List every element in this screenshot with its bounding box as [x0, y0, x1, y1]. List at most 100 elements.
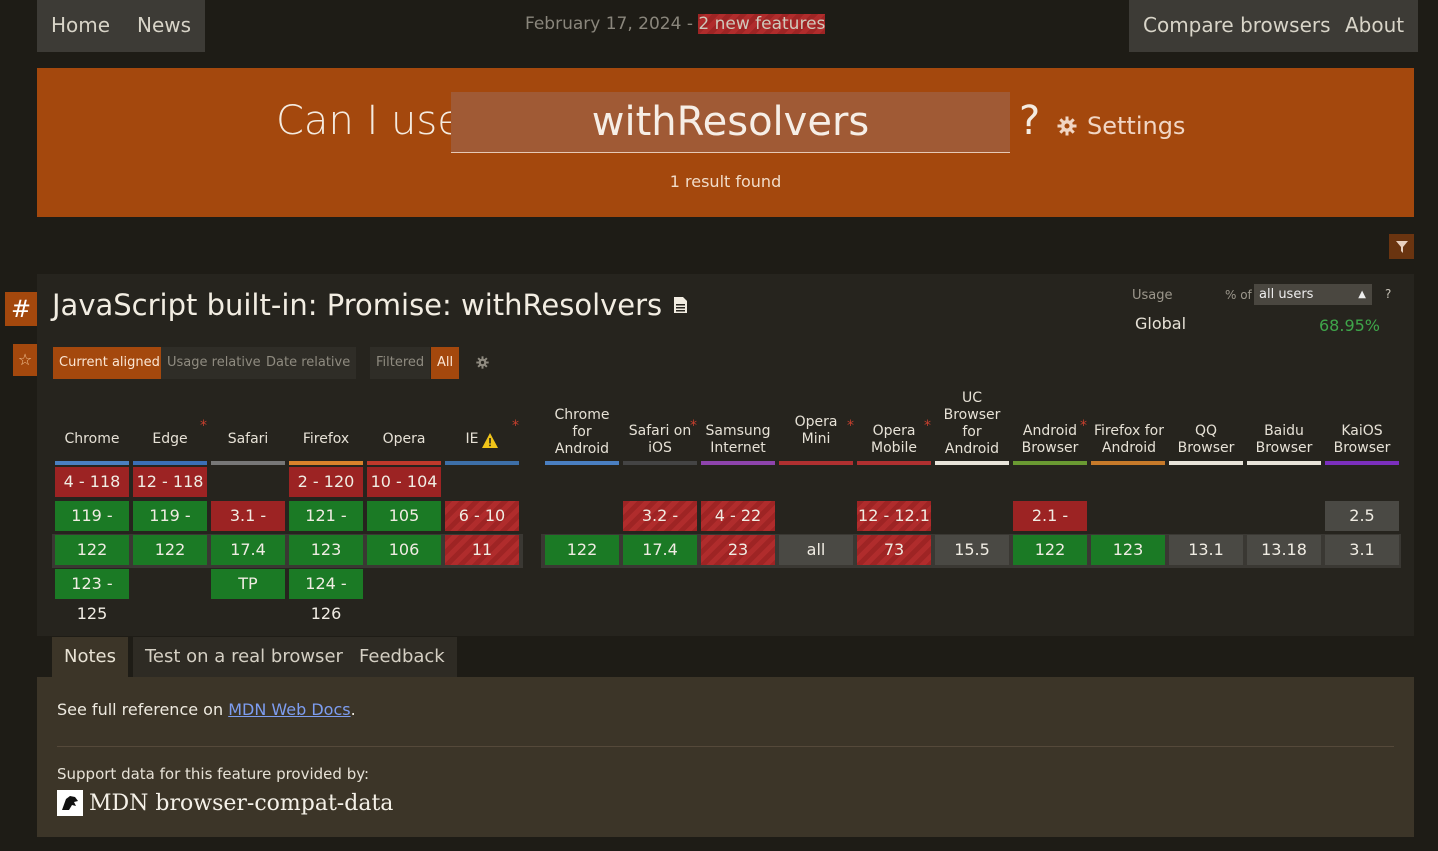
warning-icon — [482, 433, 499, 448]
support-cell[interactable]: 3.1 - 17.3 — [211, 501, 285, 555]
search-input[interactable]: withResolvers — [451, 92, 1010, 153]
browser-header-opera[interactable]: Opera — [367, 420, 441, 448]
browser-color-bar — [367, 461, 441, 465]
browser-name: Opera Mobile — [871, 423, 917, 456]
browser-color-bar — [779, 461, 853, 465]
news-new-features[interactable]: 2 new features — [698, 14, 826, 34]
nav-compare-browsers[interactable]: Compare browsers — [1129, 0, 1345, 52]
users-select[interactable]: all users ▲ — [1254, 284, 1372, 305]
view-current-aligned[interactable]: Current aligned — [53, 347, 166, 379]
view-all[interactable]: All — [431, 347, 460, 379]
browser-header-uc[interactable]: UC Browser for Android — [935, 390, 1009, 458]
support-cell[interactable]: 2.1 - 4.4.4 — [1013, 501, 1087, 555]
support-cell[interactable]: 105 — [367, 501, 441, 531]
nav-home[interactable]: Home — [37, 0, 125, 52]
support-cell[interactable]: 3.2 - 17.3 — [623, 501, 697, 555]
browser-name: Safari on iOS — [628, 423, 692, 456]
settings-button[interactable]: Settings — [1057, 112, 1185, 140]
browser-color-bar — [623, 461, 697, 465]
browser-header-safari[interactable]: Safari — [211, 420, 285, 448]
browser-header-firefox[interactable]: Firefox — [289, 420, 363, 448]
support-cell[interactable]: 121 - 122 — [289, 501, 363, 555]
gear-icon[interactable] — [476, 356, 489, 369]
support-cell[interactable]: 2.5 — [1325, 501, 1399, 531]
support-cell[interactable]: TP — [211, 569, 285, 599]
browser-header-opera-mini[interactable]: Opera Mini * — [778, 414, 854, 448]
support-cell[interactable]: 2 - 120 — [289, 467, 363, 497]
support-cell[interactable]: 13.1 — [1169, 535, 1243, 565]
browser-header-chrome-android[interactable]: Chrome for Android — [545, 405, 619, 458]
support-cell[interactable]: 12 - 12.1 — [857, 501, 931, 531]
support-cell[interactable]: 122 — [1013, 535, 1087, 565]
support-cell[interactable]: 122 — [545, 535, 619, 565]
browser-header-ie[interactable]: IE * — [445, 418, 519, 448]
browser-header-android[interactable]: Android Browser * — [1013, 418, 1087, 457]
tab-feedback[interactable]: Feedback — [347, 637, 457, 677]
tab-notes[interactable]: Notes — [52, 637, 128, 677]
browser-name: Firefox for Android — [1093, 423, 1165, 456]
browser-header-chrome[interactable]: Chrome — [55, 420, 129, 448]
nav-news[interactable]: News — [123, 0, 206, 52]
support-cell[interactable]: 23 — [701, 535, 775, 565]
support-cell[interactable]: 122 — [55, 535, 129, 565]
mdn-logo-icon — [57, 790, 83, 816]
support-cell[interactable]: 73 — [857, 535, 931, 565]
mdn-bcd-link[interactable]: MDN browser-compat-data — [57, 790, 393, 816]
view-date-relative[interactable]: Date relative — [260, 347, 357, 379]
feature-anchor-link[interactable]: # — [5, 292, 37, 326]
support-cell[interactable]: 119 - 121 — [55, 501, 129, 555]
support-cell[interactable]: 12 - 118 — [133, 467, 207, 497]
nav-about[interactable]: About — [1331, 0, 1419, 52]
support-cell[interactable]: 3.1 — [1325, 535, 1399, 565]
feature-title-text[interactable]: JavaScript built-in: Promise: withResolv… — [52, 288, 662, 322]
browser-name: Samsung Internet — [705, 423, 771, 456]
filter-button[interactable] — [1389, 234, 1414, 259]
browser-header-safari-ios[interactable]: Safari on iOS * — [623, 418, 697, 457]
view-usage-relative[interactable]: Usage relative — [161, 347, 267, 379]
browser-name: Opera — [382, 431, 426, 447]
support-cell[interactable]: 15.5 — [935, 535, 1009, 565]
support-cell[interactable]: 17.4 — [623, 535, 697, 565]
browser-header-firefox-android[interactable]: Firefox for Android — [1091, 420, 1167, 457]
browser-header-opera-mobile[interactable]: Opera Mobile * — [857, 418, 931, 457]
tab-test-real-browser[interactable]: Test on a real browser — [133, 637, 355, 677]
feature-title: JavaScript built-in: Promise: withResolv… — [52, 288, 688, 322]
support-cell[interactable]: 4 - 22 — [701, 501, 775, 531]
support-cell[interactable]: 123 — [289, 535, 363, 565]
note-asterisk: * — [690, 418, 697, 434]
support-cell[interactable]: 119 - 121 — [133, 501, 207, 555]
support-cell[interactable]: 11 — [445, 535, 519, 565]
search-help[interactable]: ? — [1019, 98, 1040, 144]
note-asterisk: * — [200, 418, 207, 434]
browser-name: Baidu Browser — [1255, 423, 1313, 456]
support-cell[interactable]: 4 - 118 — [55, 467, 129, 497]
mdn-web-docs-link[interactable]: MDN Web Docs — [228, 700, 350, 719]
document-icon[interactable] — [674, 297, 688, 313]
support-cell[interactable]: 124 - 126 — [289, 569, 363, 623]
browser-header-samsung[interactable]: Samsung Internet — [701, 420, 775, 457]
nav-news-summary[interactable]: February 17, 2024 - 2 new features — [525, 14, 826, 34]
news-date: February 17, 2024 — [525, 14, 682, 34]
notes-panel: See full reference on MDN Web Docs. Supp… — [37, 677, 1414, 837]
browser-color-bar — [211, 461, 285, 465]
support-cell[interactable]: 122 — [133, 535, 207, 565]
browser-name: Firefox — [302, 431, 350, 447]
browser-header-kaios[interactable]: KaiOS Browser — [1325, 420, 1399, 457]
browser-header-baidu[interactable]: Baidu Browser — [1247, 420, 1321, 457]
support-cell[interactable]: 10 - 104 — [367, 467, 441, 497]
browser-color-bar — [55, 461, 129, 465]
support-cell[interactable]: 17.4 — [211, 535, 285, 565]
support-cell[interactable]: 6 - 10 — [445, 501, 519, 531]
browser-header-edge[interactable]: Edge * — [133, 418, 207, 448]
view-filtered[interactable]: Filtered — [370, 347, 431, 379]
support-cell[interactable]: 13.18 — [1247, 535, 1321, 565]
support-cell[interactable]: 123 — [1091, 535, 1165, 565]
star-icon[interactable]: ☆ — [13, 344, 37, 376]
filter-icon — [1395, 240, 1408, 253]
usage-help-link[interactable]: ? — [1385, 287, 1391, 301]
support-cell[interactable]: all — [779, 535, 853, 565]
browser-header-qq[interactable]: QQ Browser — [1169, 420, 1243, 457]
support-cell[interactable]: 123 - 125 — [55, 569, 129, 623]
support-cell[interactable]: 106 — [367, 535, 441, 565]
users-select-value: all users — [1259, 287, 1314, 302]
